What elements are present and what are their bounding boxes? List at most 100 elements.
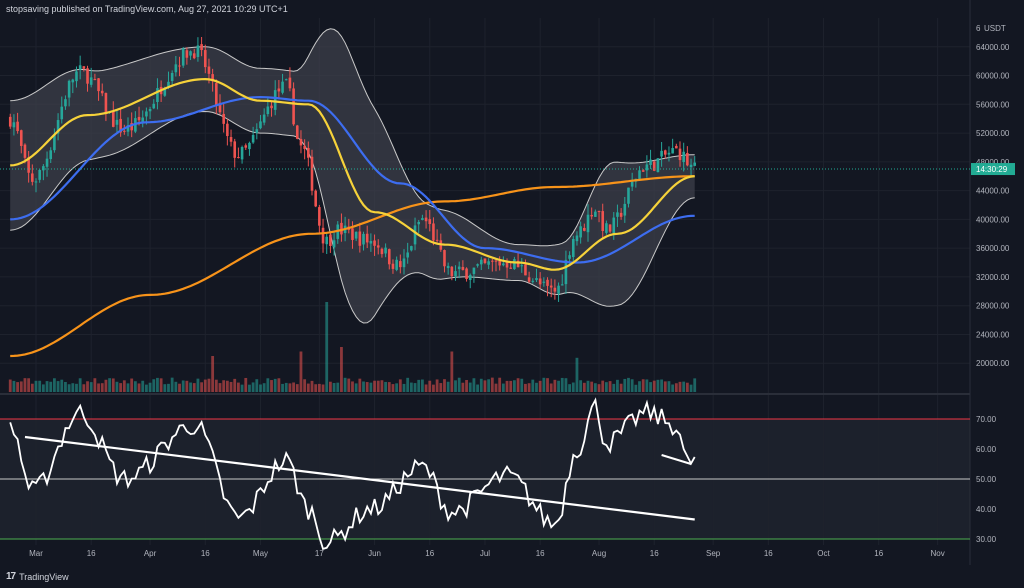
candle-body: [660, 150, 663, 157]
volume-bar: [237, 382, 240, 392]
candle-body: [351, 228, 354, 240]
volume-bar: [60, 379, 64, 392]
volume-bar: [317, 383, 321, 392]
volume-bar: [126, 383, 130, 392]
candle-body: [229, 137, 233, 142]
volume-bar: [89, 382, 93, 392]
candle-body: [78, 65, 82, 70]
volume-bar: [104, 379, 108, 392]
candle-body: [498, 260, 501, 266]
candle-body: [141, 117, 145, 122]
candle-body: [240, 147, 244, 160]
volume-bar: [251, 382, 255, 392]
candle-body: [402, 258, 406, 268]
candle-body: [627, 187, 630, 204]
volume-bar: [472, 378, 476, 392]
volume-bar: [513, 380, 516, 392]
volume-bar: [652, 380, 656, 392]
candle-body: [656, 158, 660, 173]
candle-body: [380, 248, 384, 255]
price-tick-label: 64000.00: [976, 43, 1010, 52]
volume-bar: [623, 378, 627, 392]
volume-bar: [638, 381, 641, 392]
candle-body: [476, 264, 479, 266]
candle-body: [623, 203, 627, 216]
candle-body: [538, 278, 542, 285]
candle-body: [362, 233, 365, 245]
volume-bar: [336, 382, 340, 392]
candle-body: [671, 148, 674, 154]
volume-bar: [634, 384, 638, 392]
volume-bar: [524, 383, 527, 392]
candle-body: [612, 217, 616, 234]
volume-bar: [207, 378, 211, 392]
volume-bar: [292, 382, 295, 392]
candle-body: [288, 77, 292, 89]
candle-body: [233, 141, 237, 158]
volume-bar: [34, 380, 38, 392]
volume-bar: [218, 383, 222, 392]
volume-bar: [343, 377, 347, 392]
candle-body: [358, 231, 362, 246]
candle-body: [148, 108, 152, 112]
candle-body: [12, 122, 16, 128]
volume-bar: [240, 384, 244, 392]
volume-bar: [627, 377, 630, 392]
volume-bars: [8, 302, 697, 392]
candle-body: [571, 239, 575, 258]
candle-body: [410, 246, 413, 251]
candle-body: [307, 148, 310, 158]
candle-body: [531, 280, 535, 282]
candle-body: [354, 231, 358, 239]
volume-bar: [56, 381, 60, 392]
volume-bar: [409, 382, 413, 392]
candle-body: [391, 263, 395, 269]
candle-body: [693, 162, 697, 166]
time-tick-label: 17: [315, 549, 324, 558]
volume-bar: [384, 381, 387, 392]
volume-bar: [273, 378, 277, 392]
candle-body: [443, 250, 446, 267]
candle-body: [450, 266, 454, 277]
candle-body: [34, 181, 38, 183]
candle-body: [123, 130, 126, 132]
volume-bar: [189, 382, 192, 392]
candle-body: [586, 214, 590, 233]
candle-body: [255, 129, 259, 133]
candle-body: [399, 261, 402, 268]
volume-bar: [306, 383, 310, 392]
candle-body: [638, 170, 641, 179]
volume-bar: [641, 379, 645, 392]
volume-bar: [93, 378, 97, 392]
candle-body: [527, 277, 531, 282]
volume-bar: [229, 381, 233, 392]
volume-bar: [71, 383, 75, 392]
volume-bar: [402, 383, 406, 392]
volume-bar: [660, 379, 663, 392]
volume-bar: [248, 384, 251, 392]
candle-body: [667, 152, 671, 155]
volume-bar: [575, 357, 579, 392]
candle-body: [630, 181, 634, 187]
time-tick-label: Oct: [817, 549, 830, 558]
volume-bar: [527, 383, 531, 392]
candle-body: [546, 279, 549, 286]
time-tick-label: May: [253, 549, 268, 558]
volume-bar: [590, 381, 594, 392]
rsi-tick-label: 60.00: [976, 445, 997, 454]
volume-bar: [178, 383, 181, 392]
volume-bar: [16, 382, 19, 392]
candle-body: [329, 234, 332, 246]
candle-body: [207, 66, 211, 74]
volume-bar: [8, 379, 12, 392]
candle-body: [273, 90, 277, 110]
candle-body: [295, 125, 299, 139]
candle-body: [616, 212, 619, 217]
volume-bar: [649, 382, 652, 392]
volume-bar: [49, 381, 53, 392]
candle-body: [387, 249, 391, 265]
volume-bar: [27, 378, 31, 392]
tradingview-logo-icon: 17: [6, 571, 16, 582]
volume-bar: [619, 383, 623, 392]
chart-svg[interactable]: 64000.0060000.0056000.0052000.0048000.00…: [0, 0, 1024, 588]
